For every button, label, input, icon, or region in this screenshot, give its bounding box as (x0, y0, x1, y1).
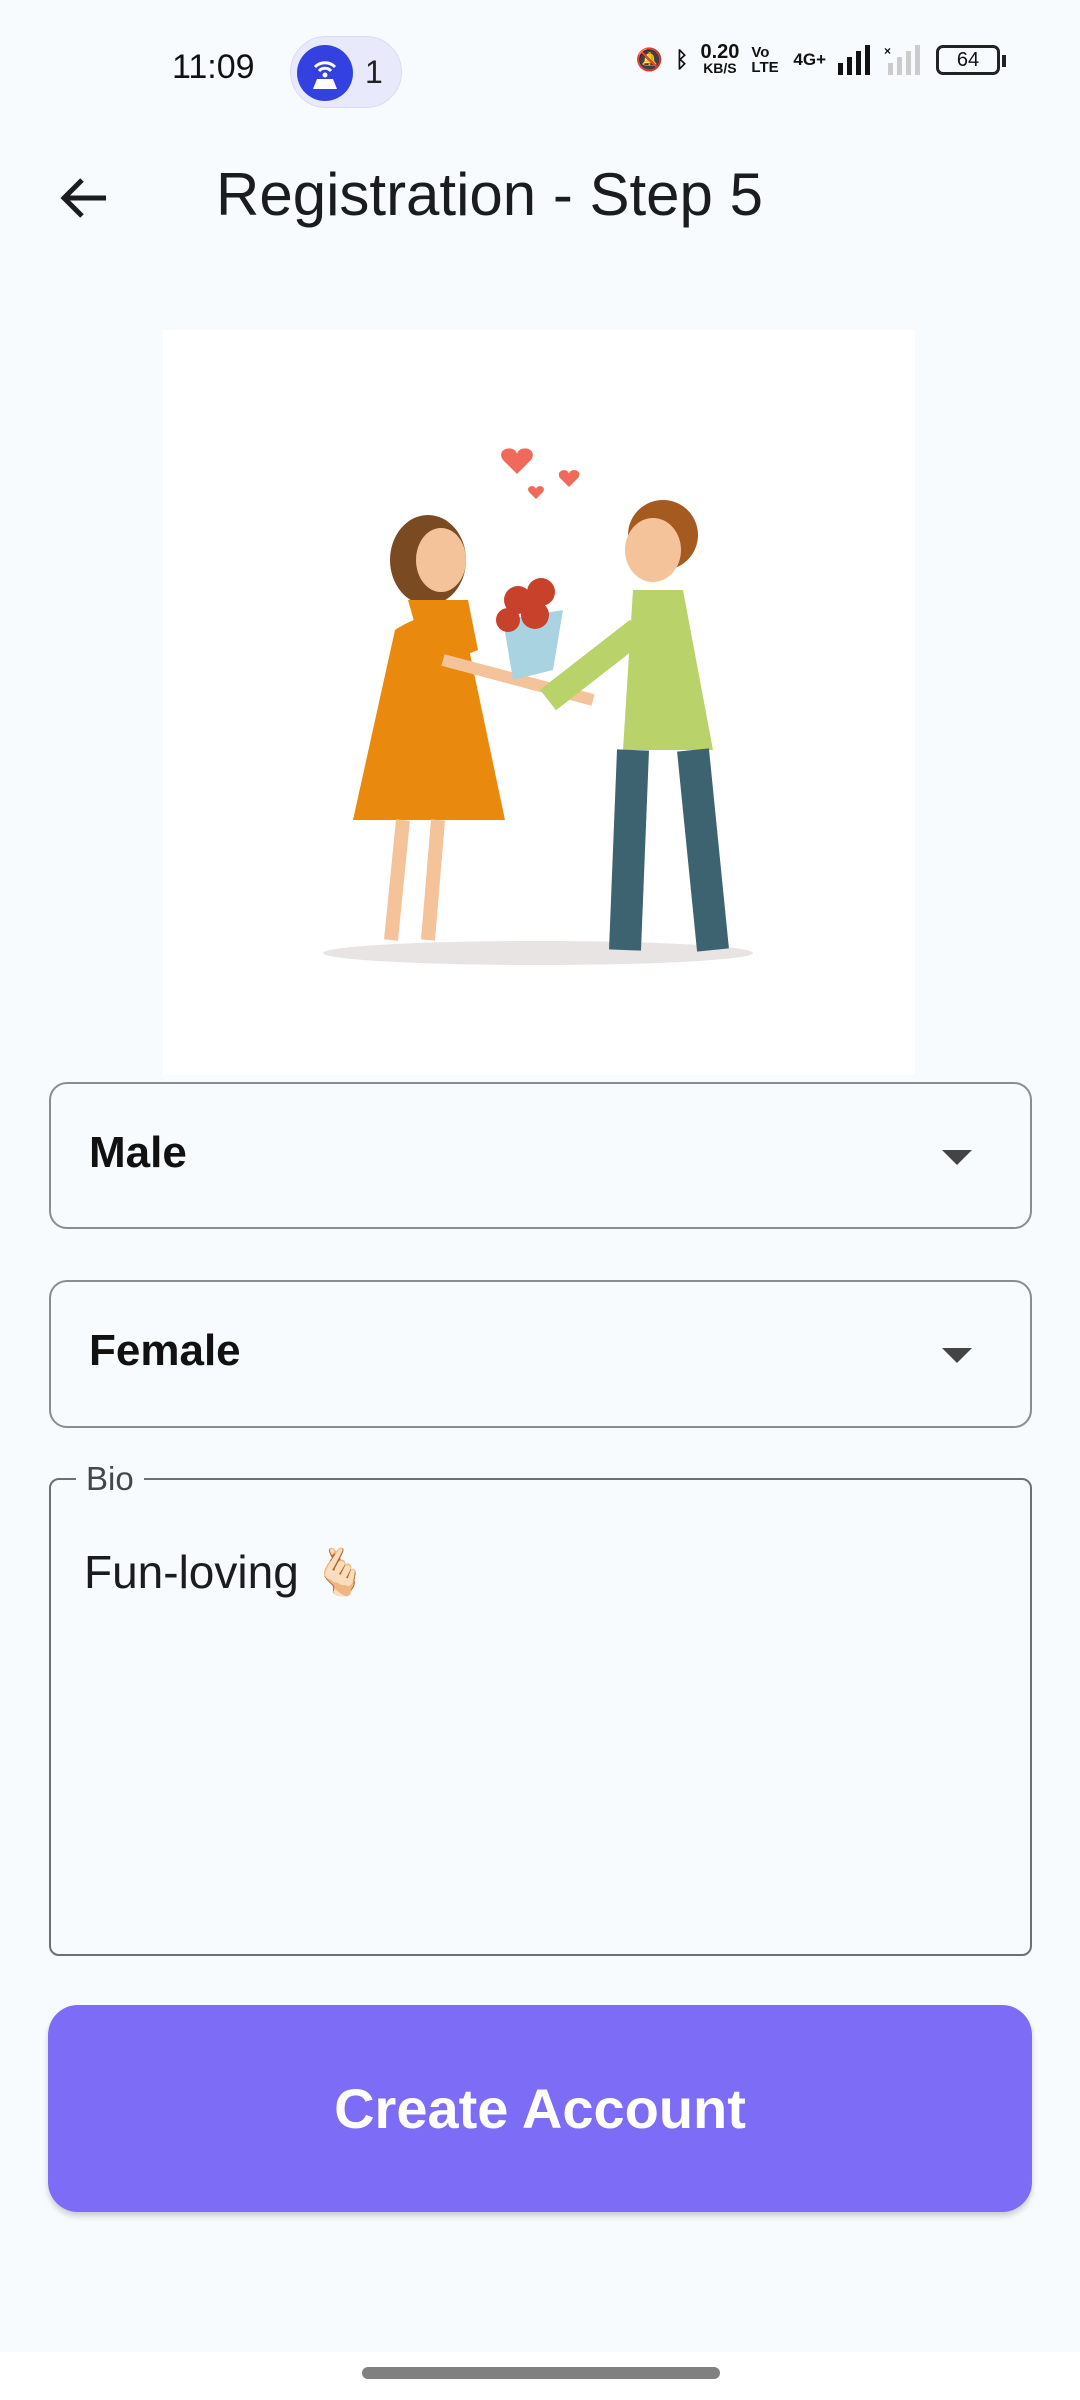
hotspot-indicator[interactable]: 1 (290, 36, 402, 108)
volte-icon: Vo LTE (751, 44, 779, 76)
signal-2-icon: × (884, 45, 920, 75)
page-title: Registration - Step 5 (216, 161, 763, 228)
create-account-button[interactable]: Create Account (48, 2005, 1032, 2212)
bio-value[interactable]: Fun-loving 🫰🏻 (84, 1545, 369, 1600)
bio-label: Bio (76, 1460, 144, 1498)
status-time: 11:09 (172, 48, 255, 86)
signal-icon (838, 45, 870, 75)
bell-off-icon: 🔕 (635, 47, 664, 72)
dropdown-arrow-icon (942, 1348, 972, 1363)
network-type: 4G+ (793, 50, 826, 69)
battery-icon: 64 (936, 45, 1006, 75)
net-speed-unit: KB/S (703, 60, 737, 76)
dropdown-arrow-icon (942, 1150, 972, 1165)
gender-select[interactable]: Male (49, 1082, 1032, 1229)
interest-select-value: Female (89, 1326, 241, 1375)
net-speed-value: 0.20 (700, 41, 740, 63)
arrow-left-icon[interactable] (54, 168, 114, 228)
system-icons: 🔕 ᛒ 0.20 KB/S Vo LTE 4G+ × 64 (635, 41, 1006, 76)
hotspot-icon (297, 45, 353, 101)
svg-text:×: × (884, 45, 891, 58)
interest-select[interactable]: Female (49, 1280, 1032, 1428)
hotspot-count: 1 (365, 54, 383, 90)
couple-illustration (163, 330, 915, 1075)
home-indicator[interactable] (362, 2367, 720, 2379)
net-speed: 0.20 KB/S (700, 41, 740, 76)
gender-select-value: Male (89, 1128, 187, 1177)
bluetooth-icon: ᛒ (675, 47, 689, 72)
